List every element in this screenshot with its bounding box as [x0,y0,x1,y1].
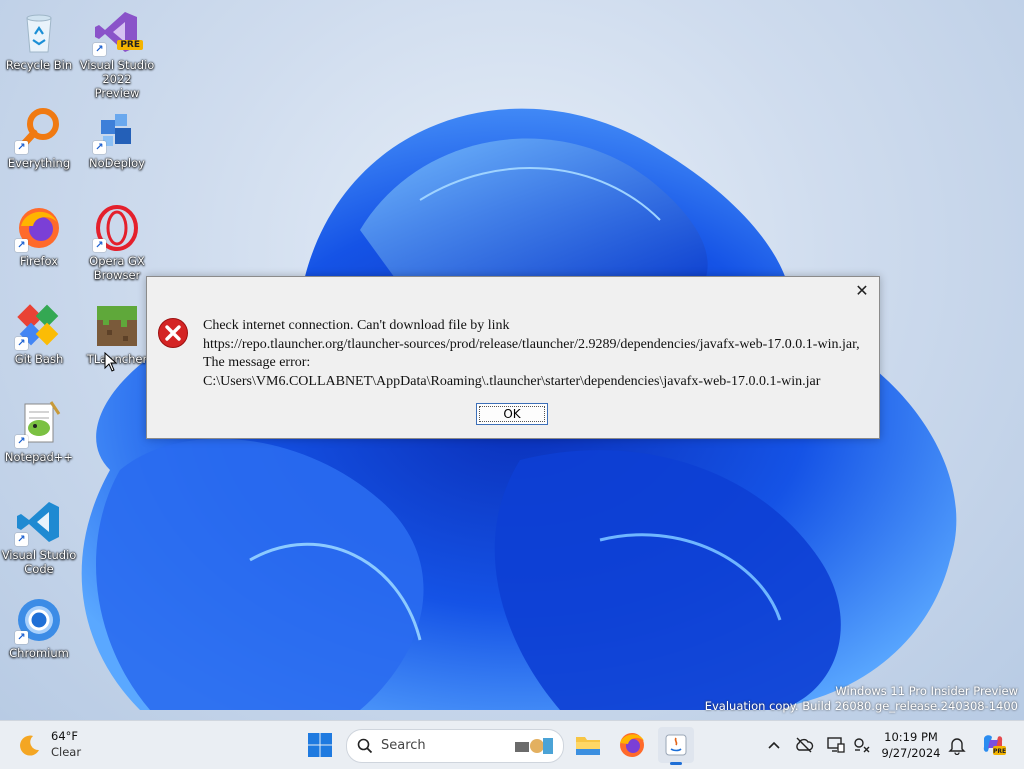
desktop-icon-label: NoDeploy [89,156,145,170]
desktop-icon-nodeploy[interactable]: ↗ NoDeploy [79,106,155,170]
desktop-icon-label: Git Bash [14,352,64,366]
java-app-icon [665,734,687,756]
taskbar: 64°F Clear Search 10:19 PM 9/27/2024 PRE [0,720,1024,769]
preview-badge: PRE [117,40,143,50]
error-dialog: ✕ Check internet connection. Can't downl… [146,276,880,439]
shortcut-arrow-icon: ↗ [15,239,28,252]
nodeploy-icon: ↗ [93,106,141,154]
visual-studio-icon: PRE ↗ [93,8,143,56]
search-highlight-icon [515,738,553,754]
desktop-icon-notepad-plus-plus[interactable]: ↗ Notepad++ [1,400,77,464]
recycle-bin-icon [15,8,63,56]
desktop-icon-firefox[interactable]: ↗ Firefox [1,204,77,268]
running-indicator [670,762,682,765]
search-placeholder: Search [381,738,426,753]
watermark-edition: Windows 11 Pro Insider Preview [835,684,1018,698]
bell-icon[interactable] [947,735,967,755]
taskbar-file-explorer[interactable] [570,727,606,763]
cloud-offline-icon[interactable] [794,735,814,755]
opera-gx-icon: ↗ [93,204,141,252]
desktop-icon-label: Notepad++ [4,450,74,464]
desktop-icon-label: Firefox [19,254,59,268]
display-icon[interactable] [826,735,846,755]
desktop-icon-git-bash[interactable]: ↗ Git Bash [1,302,77,366]
desktop-icon-label: Opera GX Browser [89,254,145,282]
desktop-icon-opera-gx[interactable]: ↗ Opera GX Browser [79,204,155,282]
desktop-icon-label: Recycle Bin [5,58,73,72]
firefox-icon: ↗ [15,204,63,252]
desktop-icon-vscode[interactable]: ↗ Visual Studio Code [1,498,77,576]
desktop-icon-label: Visual Studio Code [1,548,77,576]
desktop-icon-everything[interactable]: ↗ Everything [1,106,77,170]
weather-condition: Clear [51,745,82,759]
minecraft-grass-icon [93,302,141,350]
ok-button[interactable]: OK [476,403,548,425]
firefox-icon [620,733,644,757]
taskbar-search-box[interactable]: Search [346,729,564,763]
file-explorer-icon [576,737,600,755]
everything-search-icon: ↗ [15,106,63,154]
desktop-icon-label: Chromium [9,646,69,660]
shortcut-arrow-icon: ↗ [93,239,106,252]
taskbar-clock[interactable]: 10:19 PM 9/27/2024 [876,729,946,761]
git-bash-icon: ↗ [15,302,63,350]
vscode-icon: ↗ [15,498,63,546]
error-message: Check internet connection. Can't downloa… [203,318,860,389]
chevron-up-icon[interactable] [764,735,784,755]
shortcut-arrow-icon: ↗ [93,43,106,56]
desktop-icon-label: Everything [7,156,71,170]
clock-time: 10:19 PM [884,730,938,744]
desktop-icon-label: Visual Studio 2022 Preview [79,58,155,100]
desktop-icon-recycle-bin[interactable]: Recycle Bin [1,8,77,72]
shortcut-arrow-icon: ↗ [15,533,28,546]
mouse-cursor-icon [104,352,118,372]
close-icon[interactable]: ✕ [853,282,871,300]
moon-weather-icon [20,735,39,756]
clock-date: 9/27/2024 [881,746,941,760]
weather-widget[interactable]: 64°F Clear [16,729,106,761]
desktop-icon-visual-studio[interactable]: PRE ↗ Visual Studio 2022 Preview [79,8,155,100]
desktop: Recycle Bin ↗ Everything ↗ Firefox ↗ Git… [0,0,1024,720]
search-icon [357,738,373,754]
shortcut-arrow-icon: ↗ [15,141,28,154]
network-sound-icon[interactable] [852,735,872,755]
desktop-icon-chromium[interactable]: ↗ Chromium [1,596,77,660]
watermark-build: Evaluation copy. Build 26080.ge_release.… [704,699,1018,713]
windows-watermark: Windows 11 Pro Insider Preview Evaluatio… [705,684,1018,714]
weather-temperature: 64°F [51,729,78,743]
error-icon [158,318,188,348]
start-button[interactable] [306,731,334,759]
taskbar-firefox[interactable] [614,727,650,763]
shortcut-arrow-icon: ↗ [93,141,106,154]
svg-text:PRE: PRE [993,748,1006,755]
notepad-plus-plus-icon: ↗ [15,400,63,448]
copilot-icon[interactable]: PRE [980,731,1006,757]
shortcut-arrow-icon: ↗ [15,435,28,448]
shortcut-arrow-icon: ↗ [15,337,28,350]
shortcut-arrow-icon: ↗ [15,631,28,644]
taskbar-java-app[interactable] [658,727,694,765]
chromium-icon: ↗ [15,596,63,644]
